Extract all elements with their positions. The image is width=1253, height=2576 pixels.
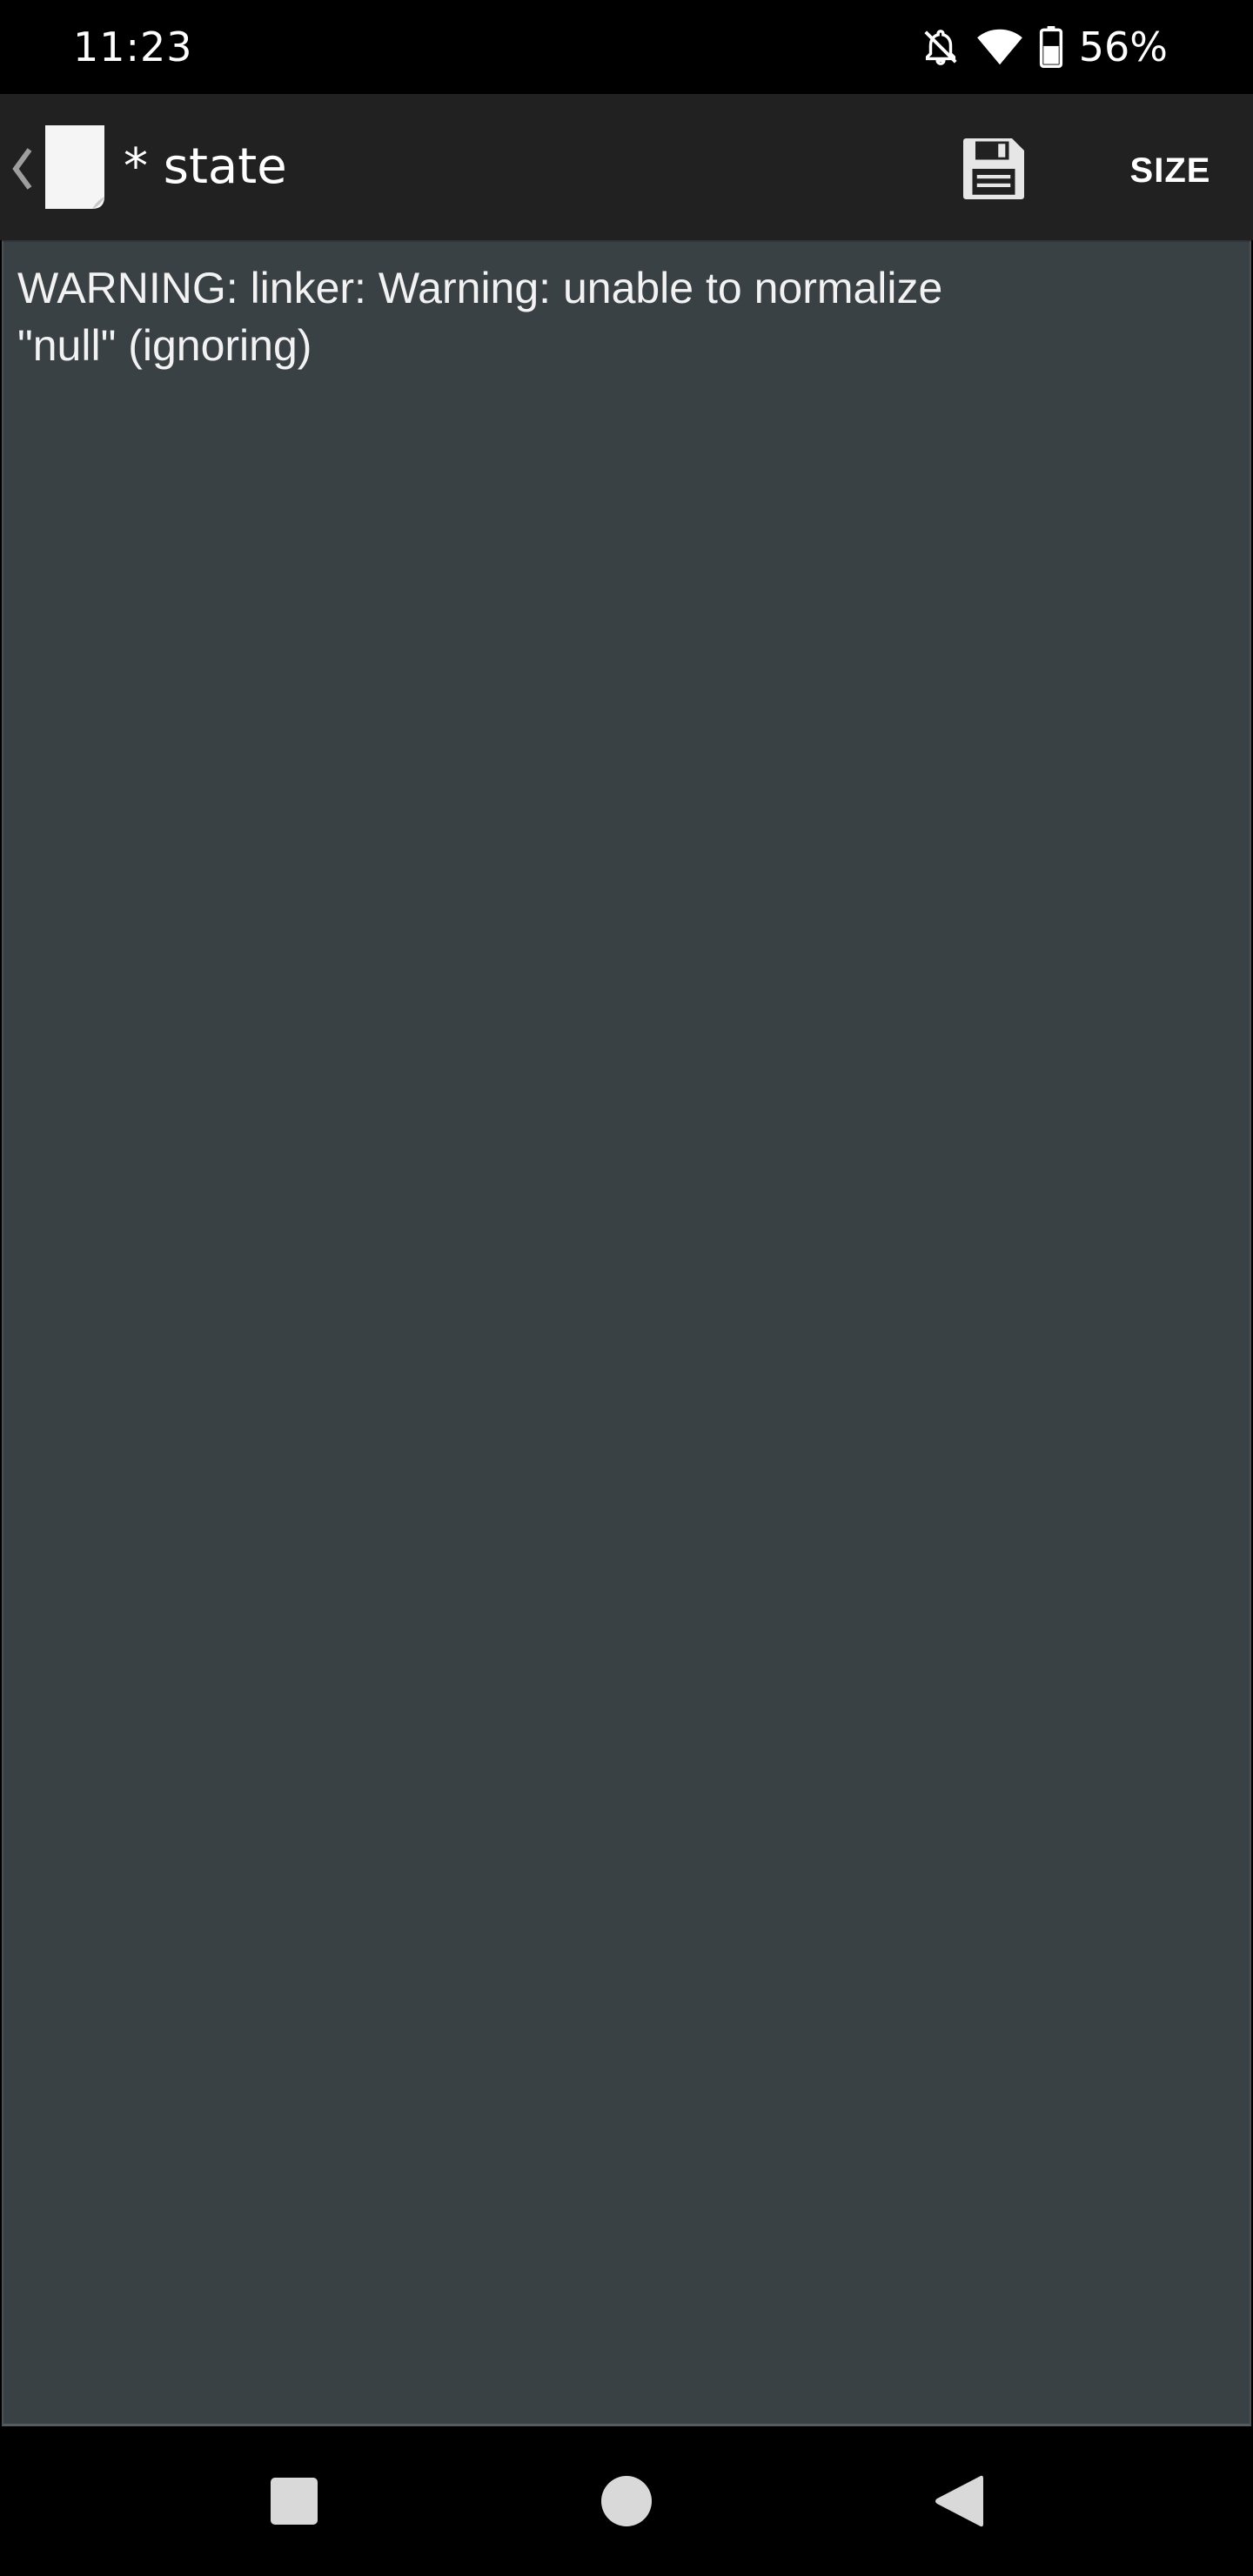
text-editor[interactable]: WARNING: linker: Warning: unable to norm… (2, 240, 1251, 2426)
home-icon (600, 2475, 653, 2531)
save-button[interactable] (952, 129, 1035, 212)
status-icons: 56% (921, 19, 1168, 75)
back-chevron-icon[interactable] (9, 143, 35, 195)
navigation-bar (0, 2430, 1253, 2576)
file-title: * state (124, 138, 287, 195)
battery-percent: 56% (1078, 23, 1168, 70)
editor-content[interactable]: WARNING: linker: Warning: unable to norm… (17, 259, 1079, 374)
home-button[interactable] (583, 2459, 670, 2546)
notifications-off-icon (921, 27, 961, 67)
battery-icon (1039, 26, 1063, 68)
action-bar: * state SIZE (0, 94, 1253, 240)
save-icon (957, 132, 1030, 209)
back-button[interactable] (915, 2459, 1002, 2546)
recents-button[interactable] (251, 2459, 338, 2546)
back-icon (934, 2474, 984, 2532)
size-button[interactable]: SIZE (1105, 129, 1236, 212)
screen: 11:23 56% * state SIZE WARNING: linker: … (0, 0, 1253, 2576)
wifi-icon (976, 27, 1023, 67)
status-time: 11:23 (73, 23, 193, 70)
status-bar: 11:23 56% (0, 0, 1253, 94)
document-icon[interactable] (40, 122, 110, 212)
recents-icon (270, 2477, 318, 2529)
